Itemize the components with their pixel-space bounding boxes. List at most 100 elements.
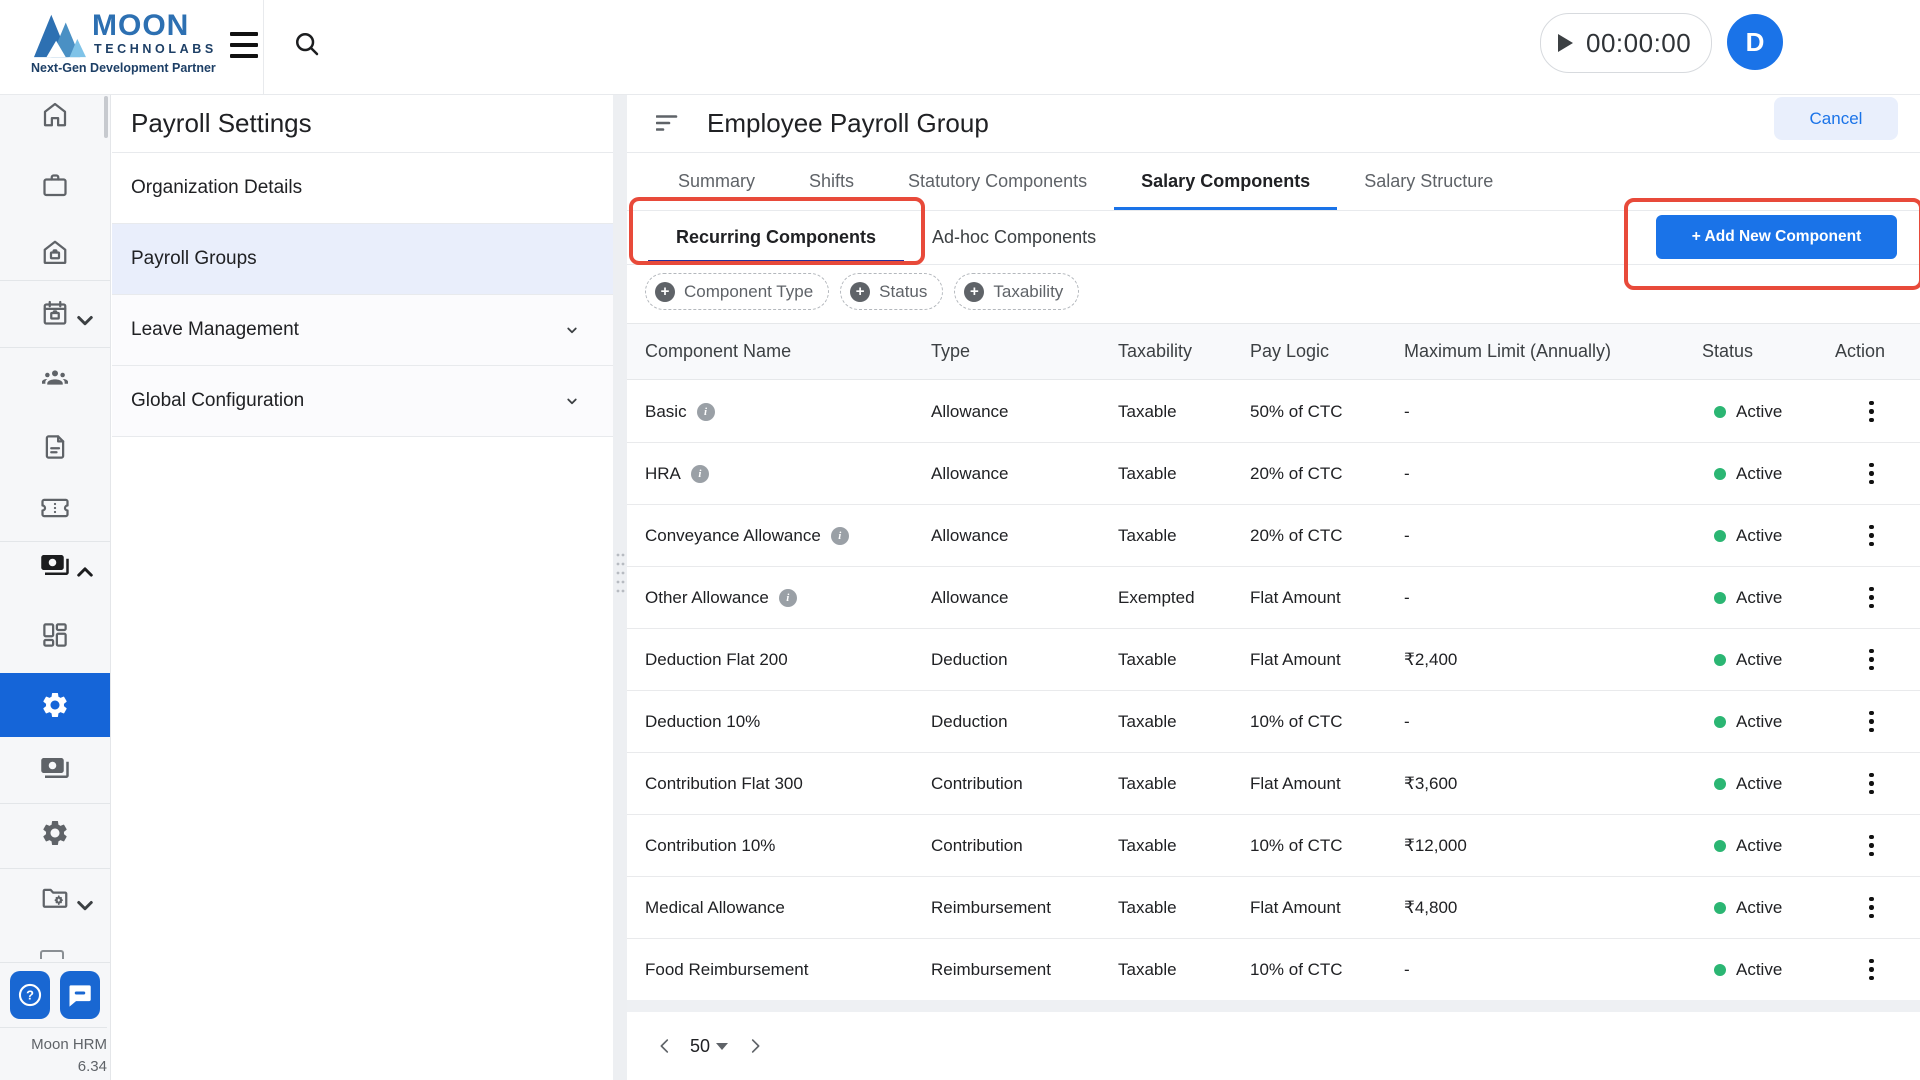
rail-divider <box>0 280 110 281</box>
briefcase-icon <box>40 170 70 200</box>
status-cell: Active <box>1698 588 1835 608</box>
component-type: Deduction <box>931 650 1118 670</box>
status-cell: Active <box>1698 836 1835 856</box>
help-panel: ? <box>0 962 110 1027</box>
table-row-medical-allowance: Medical AllowanceReimbursementTaxableFla… <box>627 877 1920 939</box>
rail-item-people[interactable] <box>0 349 110 407</box>
status-active-dot <box>1714 716 1726 728</box>
rail-item-folder-gear[interactable] <box>0 869 110 927</box>
status-label: Active <box>1736 650 1782 670</box>
info-icon[interactable]: i <box>779 589 797 607</box>
rail-divider <box>0 868 110 869</box>
component-name: Basic <box>645 402 687 422</box>
rail-item-briefcase[interactable] <box>0 156 110 214</box>
rail-item-home-work[interactable] <box>0 223 110 281</box>
settings-item-label: Payroll Groups <box>131 248 257 270</box>
table-body: BasiciAllowanceTaxable50% of CTC-ActiveH… <box>627 381 1920 1001</box>
partially-visible-icon <box>40 950 64 959</box>
row-actions-menu-icon[interactable] <box>1835 835 1874 857</box>
row-actions-menu-icon[interactable] <box>1835 525 1874 547</box>
rail-item-payments[interactable] <box>0 739 110 797</box>
settings-item-payroll-groups[interactable]: Payroll Groups <box>112 224 613 295</box>
table-row-other-allowance: Other AllowanceiAllowanceExemptedFlat Am… <box>627 567 1920 629</box>
payments-icon <box>40 753 70 783</box>
cancel-button[interactable]: Cancel <box>1774 97 1898 140</box>
page-size-value[interactable]: 50 <box>690 1036 710 1057</box>
filter-chip-status[interactable]: +Status <box>840 273 943 310</box>
component-name: Contribution Flat 300 <box>645 774 803 794</box>
row-actions-menu-icon[interactable] <box>1835 711 1874 733</box>
taxability: Taxable <box>1118 464 1250 484</box>
people-icon <box>40 363 70 393</box>
tab-statutory-components[interactable]: Statutory Components <box>881 152 1114 210</box>
rail-item-payments-dark[interactable] <box>0 536 110 594</box>
chevron-down-icon <box>70 305 86 321</box>
row-actions-menu-icon[interactable] <box>1835 959 1874 981</box>
max-limit: - <box>1404 526 1698 546</box>
row-actions-menu-icon[interactable] <box>1835 401 1874 423</box>
taxability: Taxable <box>1118 712 1250 732</box>
column-header-taxability: Taxability <box>1118 341 1250 362</box>
previous-page-icon[interactable] <box>654 1035 676 1057</box>
brand-title: MOON <box>92 9 189 43</box>
add-new-component-button[interactable]: + Add New Component <box>1656 215 1897 259</box>
filter-chip-taxability[interactable]: +Taxability <box>954 273 1079 310</box>
timer-play-icon[interactable] <box>1558 34 1573 52</box>
max-limit: ₹12,000 <box>1404 836 1698 856</box>
search-icon[interactable] <box>292 29 322 59</box>
status-cell: Active <box>1698 526 1835 546</box>
gear-icon <box>40 690 70 720</box>
help-button[interactable]: ? <box>10 971 50 1019</box>
taxability: Taxable <box>1118 650 1250 670</box>
info-icon[interactable]: i <box>697 403 715 421</box>
rail-item-ticket[interactable] <box>0 479 110 537</box>
component-type: Allowance <box>931 526 1118 546</box>
drag-handle-icon[interactable] <box>615 552 625 594</box>
subtab-recurring-components[interactable]: Recurring Components <box>648 211 904 264</box>
timer-widget[interactable]: 00:00:00 <box>1540 13 1712 73</box>
calendar-briefcase-icon <box>40 298 70 328</box>
app-name: Moon HRM <box>0 1034 107 1056</box>
page-size-dropdown-icon[interactable] <box>716 1043 728 1050</box>
settings-item-organization-details[interactable]: Organization Details <box>112 153 613 224</box>
tab-summary[interactable]: Summary <box>651 152 782 210</box>
component-name: Conveyance Allowance <box>645 526 821 546</box>
status-label: Active <box>1736 898 1782 918</box>
feedback-button[interactable] <box>60 971 100 1019</box>
taxability: Taxable <box>1118 402 1250 422</box>
column-header-maximum-limit-annually-: Maximum Limit (Annually) <box>1404 341 1698 362</box>
settings-item-global-configuration[interactable]: Global Configuration <box>112 366 613 437</box>
settings-item-leave-management[interactable]: Leave Management <box>112 295 613 366</box>
status-cell: Active <box>1698 898 1835 918</box>
row-actions-menu-icon[interactable] <box>1835 649 1874 671</box>
filter-chip-component-type[interactable]: +Component Type <box>645 273 829 310</box>
rail-item-calendar-briefcase[interactable] <box>0 284 110 342</box>
timer-value: 00:00:00 <box>1586 28 1691 59</box>
table-row-conveyance-allowance: Conveyance AllowanceiAllowanceTaxable20%… <box>627 505 1920 567</box>
info-icon[interactable]: i <box>831 527 849 545</box>
rail-item-gear[interactable] <box>0 804 110 862</box>
rail-item-gear-active[interactable] <box>0 673 110 737</box>
row-actions-menu-icon[interactable] <box>1835 897 1874 919</box>
status-cell: Active <box>1698 774 1835 794</box>
info-icon[interactable]: i <box>691 465 709 483</box>
row-actions-menu-icon[interactable] <box>1835 587 1874 609</box>
row-actions-menu-icon[interactable] <box>1835 463 1874 485</box>
settings-item-label: Organization Details <box>131 177 302 199</box>
rail-item-dashboard[interactable] <box>0 606 110 664</box>
top-bar: MOON TECHNOLABS Next-Gen Development Par… <box>0 0 1920 95</box>
rail-item-document[interactable] <box>0 418 110 476</box>
nav-rail: ? Moon HRM 6.34 <box>0 94 111 1080</box>
component-type: Deduction <box>931 712 1118 732</box>
hamburger-menu-icon[interactable] <box>230 32 258 58</box>
tab-salary-components[interactable]: Salary Components <box>1114 152 1337 210</box>
subtab-ad-hoc-components[interactable]: Ad-hoc Components <box>904 211 1124 264</box>
tab-salary-structure[interactable]: Salary Structure <box>1337 152 1520 210</box>
user-avatar[interactable]: D <box>1727 14 1783 70</box>
component-name: Medical Allowance <box>645 898 785 918</box>
component-name: Food Reimbursement <box>645 960 808 980</box>
question-icon: ? <box>16 981 44 1009</box>
row-actions-menu-icon[interactable] <box>1835 773 1874 795</box>
next-page-icon[interactable] <box>744 1035 766 1057</box>
tab-shifts[interactable]: Shifts <box>782 152 881 210</box>
